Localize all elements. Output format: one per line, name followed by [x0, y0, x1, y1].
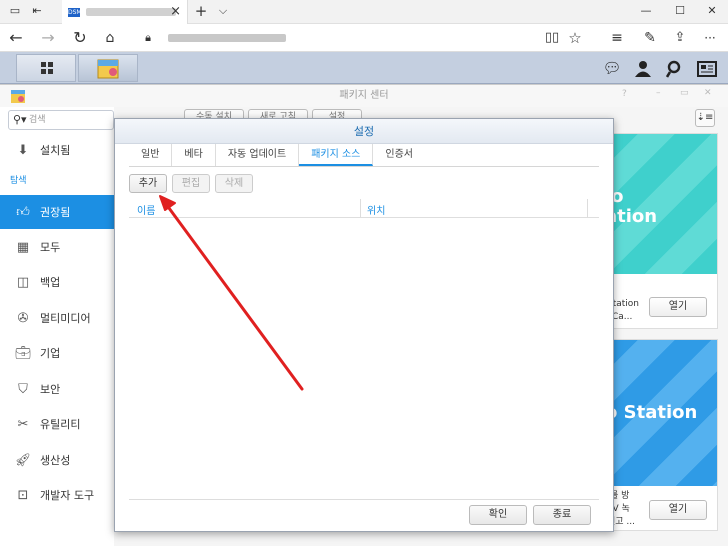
annotation-arrow	[159, 195, 304, 391]
